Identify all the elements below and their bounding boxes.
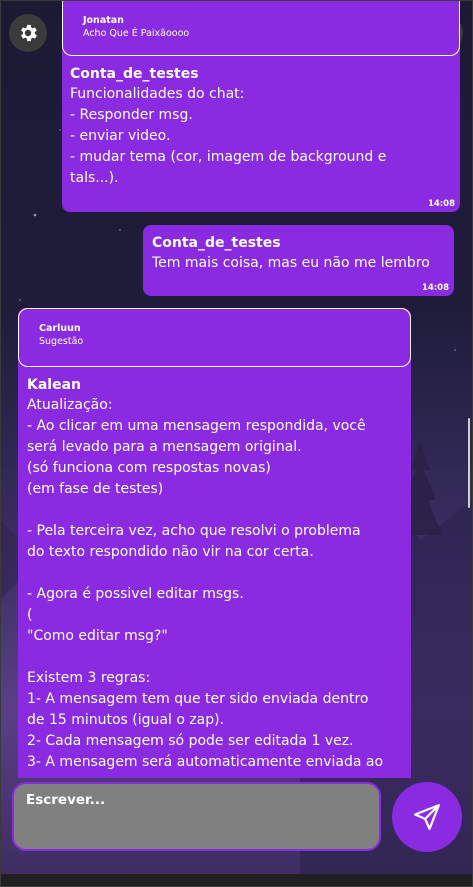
- message-input[interactable]: Escrever...: [12, 782, 381, 851]
- quoted-reply-text: Sugestão: [39, 336, 84, 347]
- message-timestamp: 14:08: [421, 283, 449, 293]
- message-text: Funcionalidades do chat: - Responder msg…: [70, 86, 387, 186]
- message-author: Conta_de_testes: [70, 66, 199, 82]
- settings-button[interactable]: [9, 14, 47, 52]
- message-text: Tem mais coisa, mas eu não me lembro: [152, 255, 430, 271]
- quoted-reply-author: Jonatan: [83, 15, 124, 26]
- quoted-reply-text: Acho Que É Paixãoooo: [83, 28, 190, 39]
- message-bubble[interactable]: Carluun Sugestão Kalean Atualização: - A…: [18, 308, 411, 778]
- quoted-reply[interactable]: Jonatan Acho Que É Paixãoooo: [62, 0, 460, 56]
- message-author: Conta_de_testes: [152, 235, 281, 251]
- send-button[interactable]: [392, 782, 462, 852]
- quoted-reply[interactable]: Carluun Sugestão: [18, 308, 411, 367]
- bottom-bar: [0, 874, 473, 887]
- message-text: Atualização: - Ao clicar em uma mensagem…: [27, 397, 384, 770]
- message-input-placeholder: Escrever...: [26, 792, 106, 808]
- message-bubble[interactable]: Jonatan Acho Que É Paixãoooo Conta_de_te…: [62, 0, 460, 212]
- gear-icon: [21, 24, 37, 42]
- message-timestamp: 14:08: [427, 199, 455, 209]
- message-bubble[interactable]: Conta_de_testes Tem mais coisa, mas eu n…: [143, 225, 454, 296]
- quoted-reply-author: Carluun: [39, 323, 81, 334]
- send-icon: [414, 804, 440, 830]
- message-author: Kalean: [27, 377, 82, 393]
- scrollbar-thumb[interactable]: [468, 418, 470, 508]
